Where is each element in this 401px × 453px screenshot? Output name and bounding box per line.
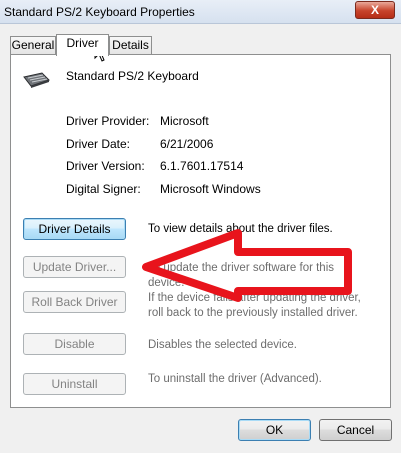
roll-back-driver-description: If the device fails after updating the d… xyxy=(148,292,361,319)
ok-button[interactable]: OK xyxy=(238,419,311,441)
window-title: Standard PS/2 Keyboard Properties xyxy=(4,5,195,19)
disable-button[interactable]: Disable xyxy=(23,333,126,355)
close-button[interactable]: X xyxy=(355,1,395,19)
driver-details-button[interactable]: Driver Details xyxy=(23,218,126,240)
keyboard-icon xyxy=(23,72,50,88)
roll-back-driver-button[interactable]: Roll Back Driver xyxy=(23,291,126,313)
uninstall-button[interactable]: Uninstall xyxy=(23,373,126,395)
tab-details[interactable]: Details xyxy=(109,36,152,55)
driver-date-label: Driver Date: xyxy=(66,137,131,151)
digital-signer-label: Digital Signer: xyxy=(66,182,141,196)
driver-details-description: To view details about the driver files. xyxy=(148,223,333,235)
device-name: Standard PS/2 Keyboard xyxy=(66,69,199,83)
tab-driver[interactable]: Driver xyxy=(56,34,109,56)
driver-date-value: 6/21/2006 xyxy=(160,137,214,151)
cancel-button[interactable]: Cancel xyxy=(319,419,392,441)
disable-description: Disables the selected device. xyxy=(148,339,297,351)
update-driver-button[interactable]: Update Driver... xyxy=(23,256,126,278)
driver-provider-label: Driver Provider: xyxy=(66,114,150,128)
driver-version-label: Driver Version: xyxy=(66,159,145,173)
uninstall-description: To uninstall the driver (Advanced). xyxy=(148,373,322,385)
digital-signer-value: Microsoft Windows xyxy=(160,182,261,196)
title-bar: Standard PS/2 Keyboard Properties X xyxy=(0,0,401,24)
tab-general[interactable]: General xyxy=(10,36,56,55)
driver-version-value: 6.1.7601.17514 xyxy=(160,159,244,173)
update-driver-description: To update the driver software for this d… xyxy=(148,262,335,289)
tab-strip: General Driver Details xyxy=(10,34,390,56)
driver-provider-value: Microsoft xyxy=(160,114,209,128)
